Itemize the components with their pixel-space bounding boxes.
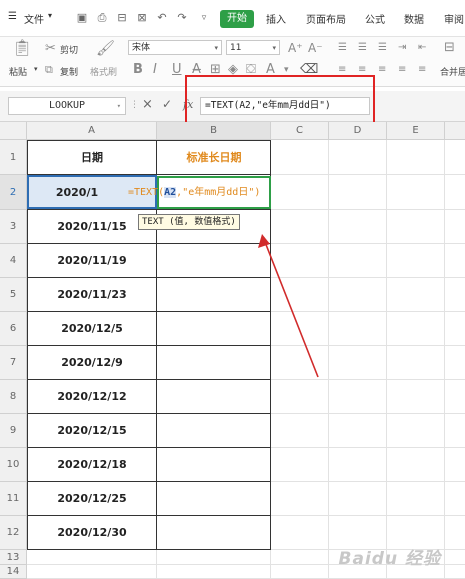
chevron-down-icon: ▾ bbox=[116, 102, 121, 110]
font-size-value: 11 bbox=[230, 43, 242, 53]
chevron-down-icon[interactable]: ▾ bbox=[48, 11, 52, 20]
font-name-select[interactable]: 宋体 ▾ bbox=[128, 40, 222, 55]
decrease-font-icon[interactable]: A⁻ bbox=[308, 41, 323, 55]
merge-icon[interactable]: ⊟ bbox=[444, 41, 455, 55]
align-right-icon[interactable]: ≡ bbox=[378, 63, 386, 77]
customize-icon[interactable]: ▿ bbox=[198, 12, 210, 24]
chevron-down-icon: ▾ bbox=[272, 44, 276, 52]
italic-icon[interactable]: I bbox=[153, 63, 157, 77]
spreadsheet-grid: A B C D E 1 2 3 4 5 6 7 8 9 10 11 12 13 14 日期 2020/1 20… bbox=[0, 122, 465, 579]
increase-font-icon[interactable]: A⁺ bbox=[288, 41, 303, 55]
bold-icon[interactable]: B bbox=[133, 63, 143, 77]
outdent-icon[interactable]: ⇤ bbox=[418, 41, 426, 55]
indent-icon[interactable]: ⇥ bbox=[398, 41, 406, 55]
copy-label[interactable]: 复制 bbox=[60, 65, 78, 78]
hamburger-icon[interactable]: ☰ bbox=[8, 11, 17, 22]
watermark-logo: Baidu 经验 bbox=[338, 549, 441, 569]
chevron-down-icon: ▾ bbox=[214, 44, 218, 52]
format-painter-icon[interactable]: 🖌︎ bbox=[96, 41, 115, 56]
paste-label[interactable]: 粘贴 bbox=[9, 65, 27, 78]
menu-bar: ☰ 文件 ▾ ▣ ⎙ ⊟ ⊠ ↶ ↷ ▿ 开始 插入 页面布局 公式 数据 审阅 bbox=[0, 0, 465, 37]
underline-icon[interactable]: U bbox=[172, 63, 182, 77]
name-box-value: LOOKUP bbox=[48, 100, 86, 111]
tab-formulas[interactable]: 公式 bbox=[365, 11, 385, 26]
justify-icon[interactable]: ≡ bbox=[398, 63, 406, 77]
undo-icon[interactable]: ↶ bbox=[156, 12, 168, 24]
align-bottom-icon[interactable]: ☰ bbox=[378, 41, 387, 55]
paste-dropdown-icon[interactable]: ▾ bbox=[34, 65, 38, 73]
paste-icon[interactable]: 📋︎ bbox=[12, 40, 32, 56]
export-icon[interactable]: ⊠ bbox=[136, 12, 148, 24]
tab-page-layout[interactable]: 页面布局 bbox=[306, 11, 346, 26]
redo-icon[interactable]: ↷ bbox=[176, 12, 188, 24]
tab-insert[interactable]: 插入 bbox=[266, 11, 286, 26]
name-box[interactable]: LOOKUP ▾ bbox=[8, 97, 126, 115]
arrow-head bbox=[258, 234, 270, 248]
copy-icon[interactable]: ⧉ bbox=[45, 63, 53, 77]
file-menu[interactable]: 文件 bbox=[24, 11, 44, 26]
scissors-icon[interactable]: ✂ bbox=[45, 42, 56, 56]
align-top-icon[interactable]: ☰ bbox=[338, 41, 347, 55]
align-middle-icon[interactable]: ☰ bbox=[358, 41, 367, 55]
highlight-annotation-box bbox=[185, 75, 375, 127]
confirm-icon[interactable]: ✓ bbox=[162, 97, 172, 111]
arrow-shaft bbox=[264, 241, 319, 378]
font-name-value: 宋体 bbox=[132, 43, 151, 53]
tab-data[interactable]: 数据 bbox=[404, 11, 424, 26]
cancel-icon[interactable]: × bbox=[142, 97, 153, 112]
print-preview-icon[interactable]: ⎙ bbox=[96, 12, 108, 24]
tab-start[interactable]: 开始 bbox=[220, 10, 254, 28]
format-painter-label[interactable]: 格式刷 bbox=[90, 65, 117, 78]
distributed-icon[interactable]: ≡ bbox=[418, 63, 426, 77]
annotation-arrow bbox=[258, 234, 319, 378]
merge-label[interactable]: 合并居 bbox=[440, 65, 465, 78]
tab-review[interactable]: 审阅 bbox=[444, 11, 464, 26]
print-icon[interactable]: ⊟ bbox=[116, 12, 128, 24]
save-icon[interactable]: ▣ bbox=[76, 12, 88, 24]
more-icon: ⋮ bbox=[130, 100, 139, 110]
font-size-select[interactable]: 11 ▾ bbox=[226, 40, 280, 55]
cut-label[interactable]: 剪切 bbox=[60, 43, 78, 56]
